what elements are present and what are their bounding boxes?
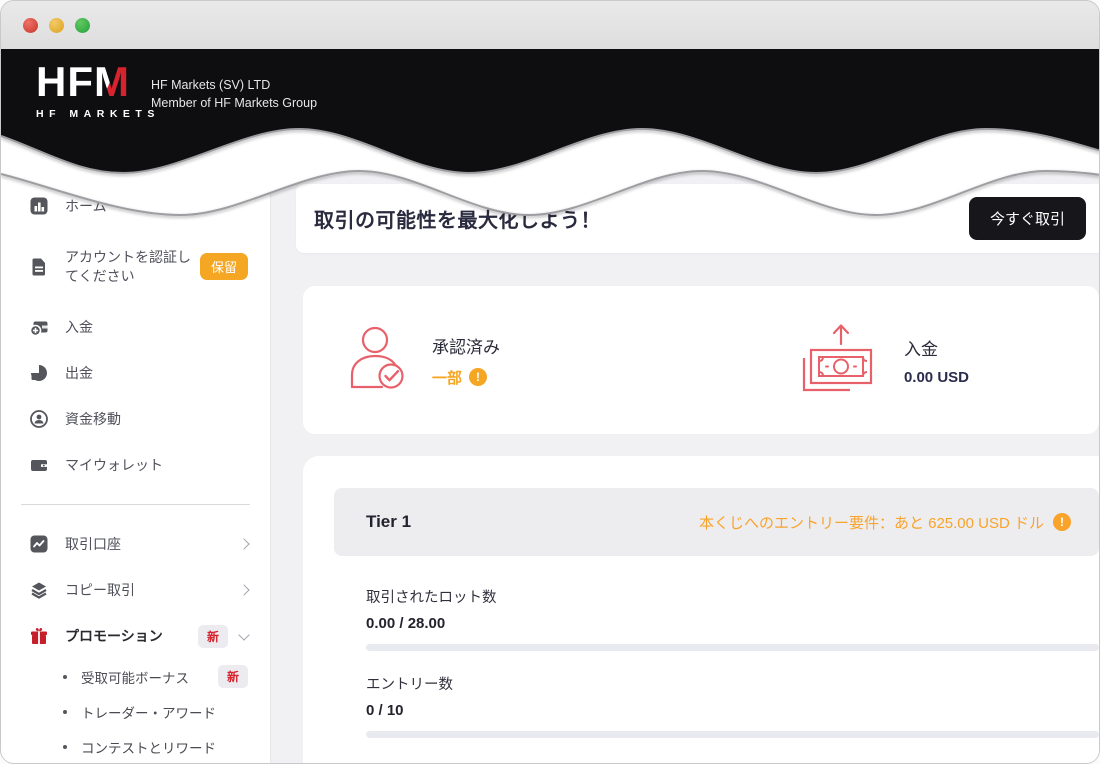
new-badge: 新 <box>218 665 248 688</box>
sidebar-subitem-label: トレーダー・アワード <box>81 702 216 722</box>
tier-title: Tier 1 <box>366 512 411 532</box>
sidebar-item-label: ホーム <box>65 197 107 216</box>
chevron-right-icon <box>238 584 249 595</box>
sidebar-item-label: 取引口座 <box>65 535 121 554</box>
person-check-icon <box>348 325 406 396</box>
hfm-logo: HFM HF MARKETS <box>36 61 160 120</box>
main-content: 取引の可能性を最大化しよう！ 今すぐ取引 <box>271 126 1099 764</box>
gift-icon <box>29 626 49 646</box>
warning-icon: ! <box>469 368 487 386</box>
withdraw-icon <box>29 363 49 383</box>
logo-subtext: HF MARKETS <box>36 108 160 120</box>
sidebar-subitem-claimable-bonus[interactable]: 受取可能ボーナス 新 <box>1 659 270 694</box>
new-badge: 新 <box>198 625 228 648</box>
window-titlebar <box>1 1 1099 49</box>
deposit-title: 入金 <box>904 335 969 360</box>
sidebar-item-label: マイウォレット <box>65 456 163 475</box>
traffic-lights <box>23 18 90 33</box>
app-window: HFM HF MARKETS HF Markets (SV) LTD Membe… <box>0 0 1100 764</box>
sidebar-subitem-contests-rewards[interactable]: コンテストとリワード <box>1 729 270 764</box>
company-name: HF Markets (SV) LTD <box>151 76 317 94</box>
layers-icon <box>29 580 49 600</box>
company-info: HF Markets (SV) LTD Member of HF Markets… <box>151 76 317 112</box>
sidebar-subitem-label: コンテストとリワード <box>81 737 216 757</box>
document-icon <box>29 257 49 277</box>
deposit-icon <box>29 317 49 337</box>
sidebar-item-wallet[interactable]: マイウォレット <box>1 442 270 488</box>
sidebar: ホーム アカウントを認証してください 保留 入金 出金 <box>1 126 271 764</box>
sidebar-item-home[interactable]: ホーム <box>1 183 270 229</box>
tier-requirement-text: 本くじへのエントリー要件：あと 625.00 USD ドル <box>699 512 1044 533</box>
metric-value: 0.00 / 28.00 <box>366 615 1099 632</box>
metric-label: 取引されたロット数 <box>366 586 1099 607</box>
sidebar-item-trading-accounts[interactable]: 取引口座 <box>1 521 270 567</box>
sidebar-item-label: 入金 <box>65 318 93 337</box>
info-warning-icon: ! <box>1053 513 1071 531</box>
sidebar-item-label: 資金移動 <box>65 410 121 429</box>
metric-entries: エントリー数 0 / 10 <box>366 673 1099 738</box>
tier-card: Tier 1 本くじへのエントリー要件：あと 625.00 USD ドル ! 取… <box>303 456 1099 764</box>
home-chart-icon <box>29 196 49 216</box>
metric-lots-traded: 取引されたロット数 0.00 / 28.00 <box>366 586 1099 651</box>
metric-value: 0 / 10 <box>366 702 1099 719</box>
metric-label: エントリー数 <box>366 673 1099 694</box>
sidebar-item-deposit[interactable]: 入金 <box>1 304 270 350</box>
sidebar-item-label: アカウントを認証してください <box>65 248 194 286</box>
deposit-amount: 0.00 USD <box>904 369 969 386</box>
zoom-window-button[interactable] <box>75 18 90 33</box>
sidebar-item-label: プロモーション <box>65 627 163 646</box>
chevron-right-icon <box>238 538 249 549</box>
logo-hf: HF <box>36 58 94 105</box>
sidebar-item-promotions[interactable]: プロモーション 新 <box>1 613 270 659</box>
sidebar-item-label: 出金 <box>65 364 93 383</box>
bullet-icon <box>63 710 67 714</box>
tier-requirement: 本くじへのエントリー要件：あと 625.00 USD ドル ! <box>699 512 1071 533</box>
pending-badge: 保留 <box>200 253 248 280</box>
close-window-button[interactable] <box>23 18 38 33</box>
transfer-icon <box>29 409 49 429</box>
progress-bar <box>366 731 1099 738</box>
logo-m: M <box>94 58 130 105</box>
tier-header: Tier 1 本くじへのエントリー要件：あと 625.00 USD ドル ! <box>334 488 1099 556</box>
bullet-icon <box>63 675 67 679</box>
sidebar-divider <box>21 504 250 505</box>
sidebar-subitem-trader-awards[interactable]: トレーダー・アワード <box>1 694 270 729</box>
banner-title: 取引の可能性を最大化しよう！ <box>314 204 601 233</box>
promo-banner: 取引の可能性を最大化しよう！ 今すぐ取引 <box>296 184 1099 253</box>
app-header: HFM HF MARKETS HF Markets (SV) LTD Membe… <box>1 49 1099 126</box>
sidebar-item-withdraw[interactable]: 出金 <box>1 350 270 396</box>
accounts-chart-icon <box>29 534 49 554</box>
verification-status: 承認済み 一部! <box>348 325 500 396</box>
deposit-status: 入金 0.00 USD <box>800 322 969 399</box>
sidebar-item-transfer[interactable]: 資金移動 <box>1 396 270 442</box>
tier-metrics: 取引されたロット数 0.00 / 28.00 エントリー数 0 / 10 <box>334 556 1099 738</box>
progress-bar <box>366 644 1099 651</box>
money-arrow-icon <box>800 322 878 399</box>
sidebar-subitem-label: 受取可能ボーナス <box>81 667 189 687</box>
minimize-window-button[interactable] <box>49 18 64 33</box>
trade-now-button[interactable]: 今すぐ取引 <box>969 197 1086 240</box>
status-card: 承認済み 一部! <box>303 286 1099 434</box>
chevron-down-icon <box>238 629 249 640</box>
verification-title: 承認済み <box>432 333 500 358</box>
company-member: Member of HF Markets Group <box>151 94 317 112</box>
sidebar-item-verify-account[interactable]: アカウントを認証してください 保留 <box>1 229 270 304</box>
sidebar-item-label: コピー取引 <box>65 581 135 600</box>
wallet-icon <box>29 455 49 475</box>
sidebar-item-copy-trading[interactable]: コピー取引 <box>1 567 270 613</box>
bullet-icon <box>63 745 67 749</box>
verification-state: 一部 <box>432 367 462 388</box>
